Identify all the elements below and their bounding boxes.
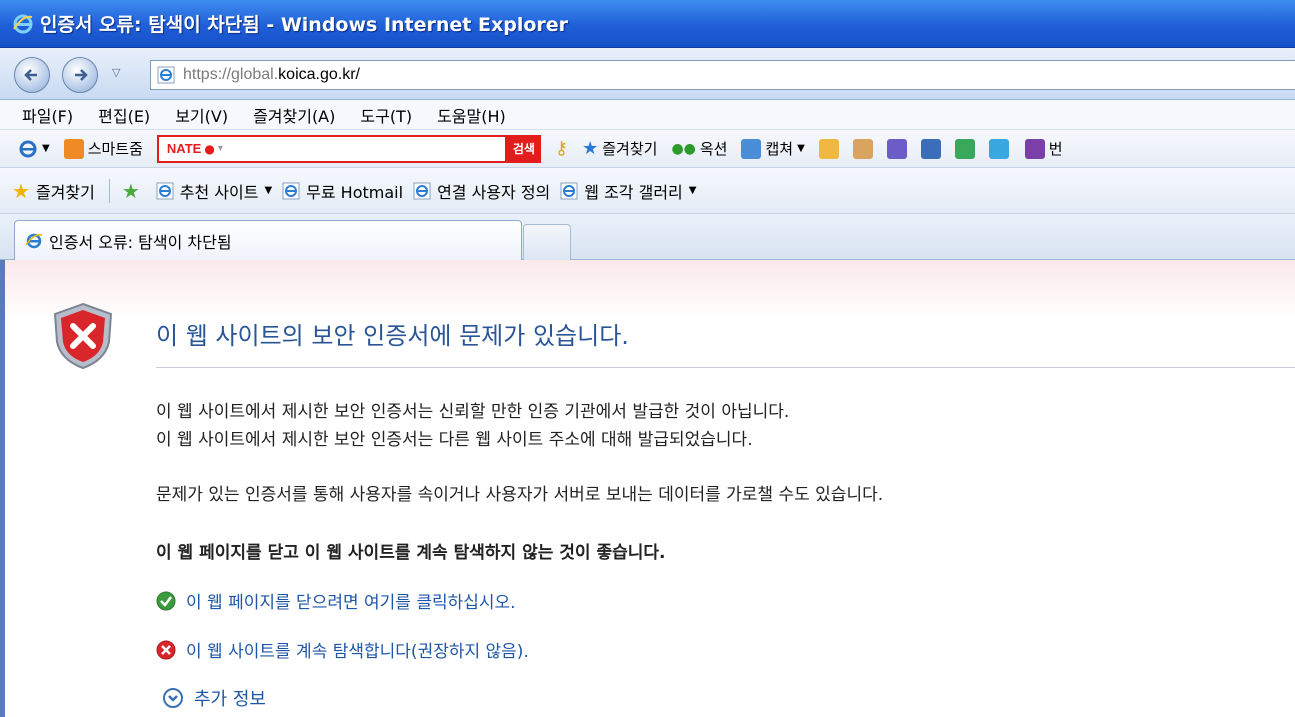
fav-item-suggested-sites[interactable]: 추천 사이트 ▼ [156,179,272,203]
address-field[interactable]: https://global.koica.go.kr/ [150,60,1295,90]
translate-label: 번 [1048,140,1063,158]
url-text: https://global.koica.go.kr/ [183,66,360,83]
star-icon: ★ [12,178,30,203]
nate-search-button[interactable]: 검색 [506,134,541,163]
ie-menu-button[interactable]: ▼ [18,139,50,159]
menu-file[interactable]: 파일(F) [22,103,73,127]
address-row: ▽ https://global.koica.go.kr/ [0,48,1295,100]
add-favorite-icon: ★ [121,178,140,203]
ie-logo-icon [13,14,33,33]
recommendation: 이 웹 페이지를 닫고 이 웹 사이트를 계속 탐색하지 않는 것이 좋습니다. [156,543,666,563]
disk-icon[interactable] [920,138,941,159]
menu-favorites[interactable]: 즐겨찾기(A) [253,103,335,127]
more-info-toggle[interactable]: 추가 정보 [162,685,266,711]
smart-zoom-label: 스마트줌 [87,140,143,158]
close-page-link[interactable]: 이 웹 페이지를 닫으려면 여기를 클릭하십시오. [156,588,516,613]
key-button[interactable]: ⚷ [555,138,568,159]
continue-site-link[interactable]: 이 웹 사이트를 계속 탐색합니다(권장하지 않음). [156,637,529,662]
continue-site-link-text: 이 웹 사이트를 계속 탐색합니다(권장하지 않음). [186,642,529,662]
ie-logo-icon [25,233,43,248]
back-arrow-icon [24,69,37,81]
capture-icon [741,138,762,159]
toolbar-favorites-button[interactable]: ★ 즐겨찾기 [582,138,657,159]
home-icon [63,138,84,159]
ie-page-icon [156,182,174,199]
chevron-down-circle-icon [163,688,183,708]
smart-zoom-button[interactable]: 스마트줌 [63,138,143,159]
capture-button[interactable]: 캡쳐 ▼ [741,138,805,159]
recent-pages-dropdown[interactable]: ▽ [112,66,124,80]
key-icon: ⚷ [554,138,569,159]
star-icon: ★ [582,138,599,159]
forward-arrow-icon [75,69,88,81]
divider [108,178,110,203]
ie-page-icon [560,182,578,199]
fav-item-label: 웹 조각 갤러리 [584,182,683,202]
menu-edit[interactable]: 편집(E) [98,103,150,127]
chevron-down-icon: ▼ [42,143,50,154]
nate-toolbar: ▼ 스마트줌 NATE ● ▾ 검색 ⚷ ★ 즐겨찾기 ●● 옥션 캡쳐 ▼ 번 [0,130,1295,168]
nate-logo: NATE [166,141,202,156]
title-bar[interactable]: 인증서 오류: 탐색이 차단됨 - Windows Internet Explo… [0,0,1295,48]
shield-error-icon [53,302,113,370]
error-reason-1: 이 웹 사이트에서 제시한 보안 인증서는 신뢰할 만한 인증 기관에서 발급한… [156,402,790,422]
favorites-bar: ★ 즐겨찾기 ★ 추천 사이트 ▼ 무료 Hotmail 연결 사용자 정의 웹… [0,168,1295,214]
fav-item-hotmail[interactable]: 무료 Hotmail [282,179,403,203]
forward-button[interactable] [62,57,98,93]
nate-search-input[interactable]: NATE ● ▾ [156,134,507,163]
green-app-icon[interactable] [954,138,975,159]
error-page: 이 웹 사이트의 보안 인증서에 문제가 있습니다. 이 웹 사이트에서 제시한… [0,260,1295,717]
broom-icon[interactable] [852,138,873,159]
options-button[interactable]: ●● 옥션 [671,138,727,159]
menu-bar: 파일(F) 편집(E) 보기(V) 즐겨찾기(A) 도구(T) 도움말(H) [0,100,1295,130]
new-tab-button[interactable] [523,224,571,260]
fav-item-label: 추천 사이트 [179,182,259,202]
capture-label: 캡쳐 [765,140,794,158]
save-icon[interactable] [886,138,907,159]
add-favorite-button[interactable]: ★ [122,179,146,203]
close-page-link-text: 이 웹 페이지를 닫으려면 여기를 클릭하십시오. [186,593,516,613]
chevron-down-icon: ▼ [688,185,697,196]
favorites-label: 즐겨찾기 [35,182,95,202]
ie-page-icon [282,182,300,199]
ie-page-icon [413,182,431,199]
twitter-icon[interactable] [988,138,1009,159]
favorites-button[interactable]: ★ 즐겨찾기 [12,179,95,203]
fav-item-customize-links[interactable]: 연결 사용자 정의 [413,179,550,203]
menu-help[interactable]: 도움말(H) [437,103,506,127]
nate-dot-icon: ● [204,141,215,156]
tab-certificate-error[interactable]: 인증서 오류: 탐색이 차단됨 [14,220,522,260]
error-reason-2: 이 웹 사이트에서 제시한 보안 인증서는 다른 웹 사이트 주소에 대해 발급… [156,430,753,450]
page-title: 이 웹 사이트의 보안 인증서에 문제가 있습니다. [156,322,629,350]
divider [156,367,1295,368]
menu-tools[interactable]: 도구(T) [360,103,412,127]
toolbar-favorites-label: 즐겨찾기 [602,140,658,158]
more-info-label: 추가 정보 [194,689,266,710]
note-icon[interactable] [818,138,839,159]
ie-page-icon [157,66,175,84]
ie-e-icon [19,140,37,157]
fav-item-web-slice-gallery[interactable]: 웹 조각 갤러리 ▼ [560,179,696,203]
options-label: 옥션 [699,140,728,158]
error-shield-icon [156,640,176,659]
fav-item-label: 무료 Hotmail [306,182,404,202]
translate-button[interactable]: 번 [1024,138,1063,159]
options-icon: ●● [671,140,696,157]
fav-item-label: 연결 사용자 정의 [437,182,551,202]
check-shield-icon [156,591,176,610]
tab-label: 인증서 오류: 탐색이 차단됨 [49,232,232,252]
translate-icon [1024,138,1045,159]
back-button[interactable] [14,57,50,93]
chevron-down-icon: ▼ [264,185,273,196]
window-title: 인증서 오류: 탐색이 차단됨 - Windows Internet Explo… [40,14,569,36]
nate-dropdown-icon: ▾ [217,143,223,154]
risk-warning: 문제가 있는 인증서를 통해 사용자를 속이거나 사용자가 서버로 보내는 데이… [156,485,884,505]
menu-view[interactable]: 보기(V) [175,103,228,127]
chevron-down-icon: ▼ [797,143,805,154]
tab-bar: 인증서 오류: 탐색이 차단됨 [0,214,1295,260]
